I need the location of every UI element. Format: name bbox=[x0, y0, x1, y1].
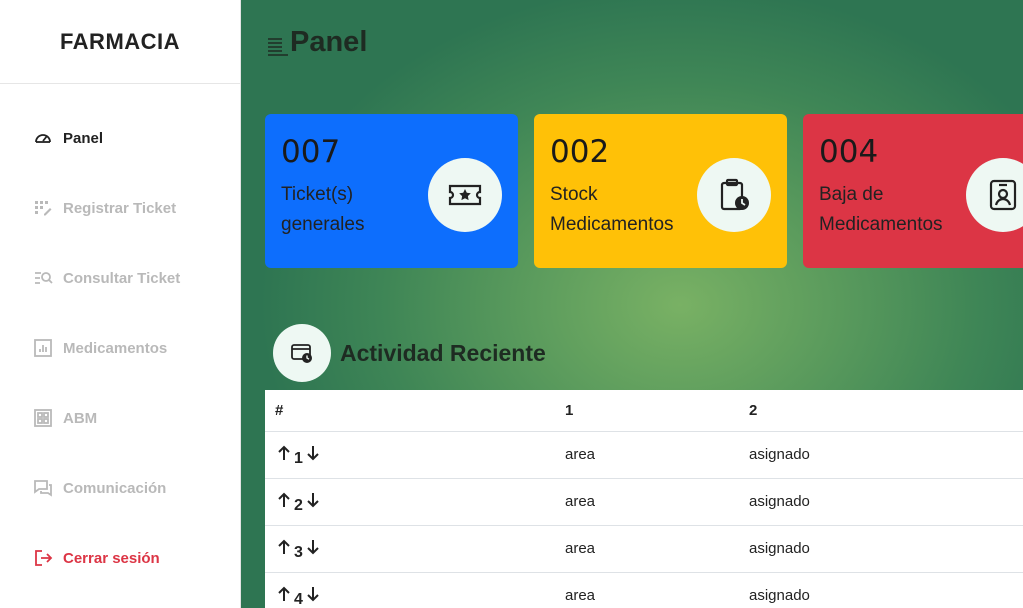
arrow-down-icon[interactable] bbox=[304, 585, 322, 603]
row-number: 4 bbox=[294, 590, 303, 608]
activity-title: Actividad Reciente bbox=[340, 339, 546, 366]
arrow-down-icon[interactable] bbox=[304, 538, 322, 556]
brand-title: FARMACIA bbox=[0, 0, 240, 84]
window-clock-icon bbox=[273, 324, 331, 382]
arrow-down-icon[interactable] bbox=[304, 491, 322, 509]
grid-icon bbox=[32, 407, 54, 429]
cell-estado: asignado bbox=[739, 525, 1023, 573]
sidebar-item-label: ABM bbox=[63, 409, 98, 427]
sidebar: FARMACIA Panel Registrar Ticket Consulta… bbox=[0, 0, 241, 608]
cell-estado: asignado bbox=[739, 431, 1023, 479]
sidebar-item-label: Registrar Ticket bbox=[63, 199, 177, 217]
cell-estado: asignado bbox=[739, 572, 1023, 608]
list-search-icon bbox=[32, 267, 54, 289]
row-number: 2 bbox=[294, 496, 303, 514]
table-row: 2 area asignado bbox=[265, 478, 1023, 526]
arrow-up-icon[interactable] bbox=[275, 585, 293, 603]
sidebar-item-label: Comunicación bbox=[63, 479, 167, 497]
column-header: # bbox=[265, 390, 555, 432]
logout-icon bbox=[32, 547, 54, 569]
sidebar-item-comunicacion[interactable]: Comunicación bbox=[32, 473, 166, 503]
card-tickets-generales[interactable]: 007 Ticket(s) generales bbox=[265, 114, 518, 268]
sidebar-item-registrar-ticket[interactable]: Registrar Ticket bbox=[32, 193, 176, 223]
sidebar-item-consultar-ticket[interactable]: Consultar Ticket bbox=[32, 263, 180, 293]
table-row: 3 area asignado bbox=[265, 525, 1023, 573]
column-header: 1 bbox=[555, 390, 739, 432]
arrow-up-icon[interactable] bbox=[275, 444, 293, 462]
main-content: Panel 007 Ticket(s) generales 002 Stock … bbox=[241, 0, 1023, 608]
sidebar-item-label: Medicamentos bbox=[63, 339, 168, 357]
arrow-up-icon[interactable] bbox=[275, 491, 293, 509]
sidebar-item-abm[interactable]: ABM bbox=[32, 403, 97, 433]
activity-header: Actividad Reciente bbox=[273, 324, 546, 382]
row-number: 3 bbox=[294, 543, 303, 561]
card-label: Stock Medicamentos bbox=[550, 184, 674, 235]
arrow-down-icon[interactable] bbox=[304, 444, 322, 462]
ui-checks-icon bbox=[32, 197, 54, 219]
arrow-up-icon[interactable] bbox=[275, 538, 293, 556]
cell-area: area bbox=[555, 478, 739, 526]
bar-chart-icon bbox=[32, 337, 54, 359]
card-baja-medicamentos[interactable]: 004 Baja de Medicamentos bbox=[803, 114, 1023, 268]
clipboard-clock-icon bbox=[697, 158, 771, 232]
table-row: 4 area asignado bbox=[265, 572, 1023, 608]
sidebar-item-label: Panel bbox=[63, 129, 104, 147]
cell-area: area bbox=[555, 525, 739, 573]
ticket-star-icon bbox=[428, 158, 502, 232]
card-stock-medicamentos[interactable]: 002 Stock Medicamentos bbox=[534, 114, 787, 268]
sidebar-item-label: Consultar Ticket bbox=[63, 269, 181, 287]
sidebar-item-cerrar-sesion[interactable]: Cerrar sesión bbox=[32, 543, 160, 573]
card-label: Baja de Medicamentos bbox=[819, 184, 943, 235]
speedometer-icon bbox=[32, 127, 54, 149]
text-align-icon bbox=[267, 32, 289, 56]
page-title: Panel bbox=[267, 26, 367, 59]
cell-area: area bbox=[555, 431, 739, 479]
sidebar-item-medicamentos[interactable]: Medicamentos bbox=[32, 333, 167, 363]
cell-estado: asignado bbox=[739, 478, 1023, 526]
column-header: 2 bbox=[739, 390, 1023, 432]
activity-table: # 1 2 1 area asignado 2 area asignado 3 … bbox=[265, 390, 1023, 608]
table-row: 1 area asignado bbox=[265, 431, 1023, 479]
row-number: 1 bbox=[294, 449, 303, 467]
card-label: Ticket(s) generales bbox=[281, 184, 365, 235]
sidebar-item-label: Cerrar sesión bbox=[63, 549, 160, 567]
cell-area: area bbox=[555, 572, 739, 608]
chat-icon bbox=[32, 477, 54, 499]
sidebar-item-panel[interactable]: Panel bbox=[32, 123, 103, 153]
